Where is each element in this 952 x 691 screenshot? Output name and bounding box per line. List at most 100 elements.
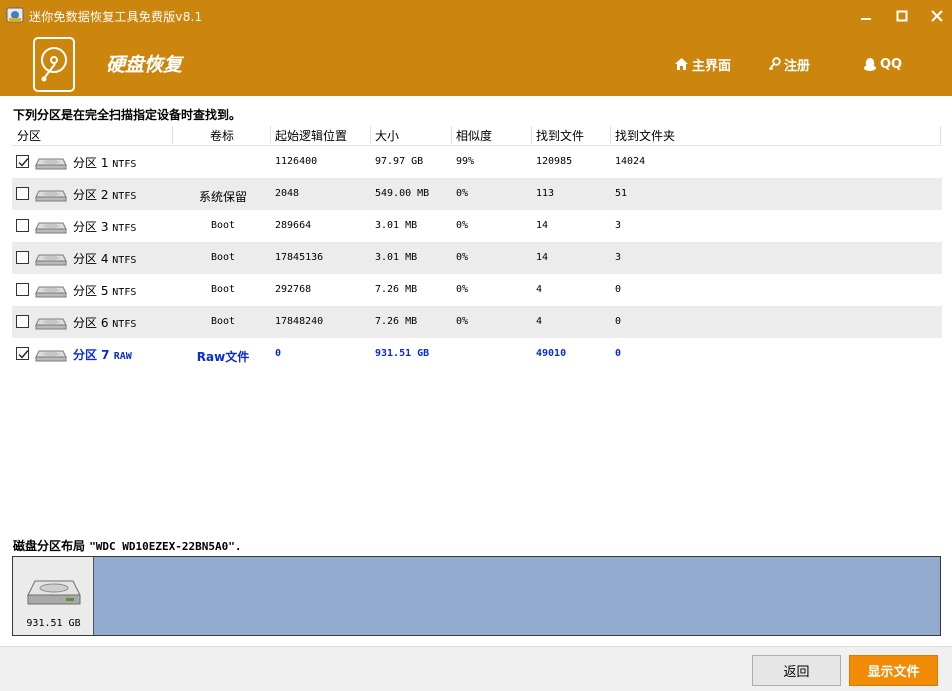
volume-label: Boot — [210, 316, 236, 327]
row-checkbox[interactable] — [16, 347, 29, 360]
row-checkbox[interactable] — [16, 251, 29, 264]
app-icon — [6, 7, 24, 23]
files-found: 4 — [536, 284, 543, 295]
disk-icon — [35, 254, 67, 266]
back-button[interactable]: 返回 — [752, 655, 841, 686]
folders-found: 3 — [615, 220, 622, 231]
check-icon — [18, 158, 29, 167]
folders-found: 0 — [615, 316, 622, 327]
col-separator — [270, 126, 271, 144]
similarity: 0% — [456, 188, 469, 199]
similarity: 0% — [456, 316, 469, 327]
maximize-icon[interactable] — [894, 8, 910, 24]
table-row[interactable]: 分区 4 NTFS Boot 17845136 3.01 MB 0% 14 3 — [12, 242, 942, 274]
disk-icon — [35, 190, 67, 202]
disk-layout-bar[interactable]: 931.51 GB — [12, 556, 941, 636]
table-row[interactable]: 分区 2 NTFS 系统保留 2048 549.00 MB 0% 113 51 — [12, 178, 942, 210]
nav-home[interactable]: 主界面 — [674, 54, 731, 74]
folders-found: 0 — [615, 284, 622, 295]
similarity: 99% — [456, 156, 475, 167]
disk-icon — [35, 286, 67, 298]
disk-icon — [35, 158, 67, 170]
partition-name: 分区 3 NTFS — [73, 218, 136, 235]
volume-label: Boot — [210, 284, 236, 295]
partition-name: 分区 1 NTFS — [73, 154, 136, 171]
row-checkbox[interactable] — [16, 187, 29, 200]
nav-qq[interactable]: QQ — [863, 54, 902, 74]
disk-size: 931.51 GB — [26, 618, 81, 629]
table-row-raw[interactable]: 分区 7 RAW Raw文件 0 931.51 GB 49010 0 — [12, 338, 942, 370]
start-sector: 1126400 — [275, 156, 318, 167]
partition-name: 分区 4 NTFS — [73, 250, 136, 267]
minimize-icon[interactable] — [858, 8, 874, 24]
nav-qq-label: QQ — [880, 56, 903, 72]
files-found: 120985 — [536, 156, 573, 167]
partition-fs: RAW — [113, 351, 132, 362]
row-checkbox[interactable] — [16, 315, 29, 328]
partition-id: 分区 7 — [73, 348, 110, 362]
nav-home-label: 主界面 — [692, 58, 732, 74]
row-checkbox[interactable] — [16, 283, 29, 296]
partition-size: 931.51 GB — [375, 348, 430, 359]
table-header: 分区 卷标 起始逻辑位置 大小 相似度 找到文件 找到文件夹 — [12, 124, 942, 146]
partition-id: 分区 2 — [73, 188, 109, 202]
col-similarity[interactable]: 相似度 — [456, 127, 492, 144]
page-title: 硬盘恢复 — [106, 54, 183, 76]
volume-label: Boot — [210, 220, 236, 231]
files-found: 4 — [536, 316, 543, 327]
col-start[interactable]: 起始逻辑位置 — [275, 127, 347, 144]
disk-icon — [35, 222, 67, 234]
disk-layout-label: 磁盘分区布局 "WDC WD10EZEX-22BN5A0". — [13, 537, 242, 554]
partition-id: 分区 3 — [73, 220, 109, 234]
partition-name: 分区 5 NTFS — [73, 282, 136, 299]
footer-bar: 返回 显示文件 — [0, 646, 952, 691]
partition-name: 分区 6 NTFS — [73, 314, 136, 331]
nav-register[interactable]: 注册 — [768, 54, 810, 74]
volume-label: 系统保留 — [198, 190, 247, 204]
col-files[interactable]: 找到文件 — [536, 127, 584, 144]
col-volume-label[interactable]: 卷标 — [210, 127, 234, 144]
start-sector: 289664 — [275, 220, 312, 231]
qq-penguin-icon — [864, 57, 876, 71]
similarity: 0% — [456, 284, 469, 295]
home-icon — [675, 58, 688, 70]
col-separator — [940, 126, 941, 144]
disk-icon — [35, 350, 67, 362]
show-files-button[interactable]: 显示文件 — [849, 655, 938, 686]
partition-size: 7.26 MB — [375, 316, 418, 327]
col-folders[interactable]: 找到文件夹 — [615, 127, 675, 144]
intro-text: 下列分区是在完全扫描指定设备时查找到。 — [13, 108, 242, 122]
partition-fs: NTFS — [112, 191, 137, 202]
partition-fs: NTFS — [112, 287, 137, 298]
row-checkbox[interactable] — [16, 219, 29, 232]
hard-disk-icon — [27, 580, 81, 605]
table-row[interactable]: 分区 6 NTFS Boot 17848240 7.26 MB 0% 4 0 — [12, 306, 942, 338]
col-partition[interactable]: 分区 — [17, 127, 41, 144]
col-separator — [370, 126, 371, 144]
similarity: 0% — [456, 220, 469, 231]
partition-size: 3.01 MB — [375, 252, 418, 263]
partition-id: 分区 4 — [73, 252, 109, 266]
table-row[interactable]: 分区 5 NTFS Boot 292768 7.26 MB 0% 4 0 — [12, 274, 942, 306]
partition-fs: NTFS — [112, 223, 137, 234]
partition-fs: NTFS — [112, 159, 137, 170]
files-found: 14 — [536, 220, 549, 231]
col-separator — [610, 126, 611, 144]
partition-fs: NTFS — [112, 255, 137, 266]
volume-label: Raw文件 — [196, 350, 250, 364]
col-separator — [531, 126, 532, 144]
app-header: 硬盘恢复 主界面 注册 QQ — [0, 33, 952, 96]
start-sector: 0 — [275, 348, 282, 359]
disk-block[interactable]: 931.51 GB — [13, 557, 94, 635]
col-size[interactable]: 大小 — [375, 127, 399, 144]
partition-name: 分区 7 RAW — [73, 346, 132, 363]
partition-name: 分区 2 NTFS — [73, 186, 136, 203]
folders-found: 14024 — [615, 156, 646, 167]
row-checkbox[interactable] — [16, 155, 29, 168]
key-icon — [768, 57, 781, 71]
table-row[interactable]: 分区 1 NTFS 1126400 97.97 GB 99% 120985 14… — [12, 146, 942, 178]
files-found: 113 — [536, 188, 555, 199]
close-icon[interactable] — [929, 8, 945, 24]
col-separator — [172, 126, 173, 144]
table-row[interactable]: 分区 3 NTFS Boot 289664 3.01 MB 0% 14 3 — [12, 210, 942, 242]
